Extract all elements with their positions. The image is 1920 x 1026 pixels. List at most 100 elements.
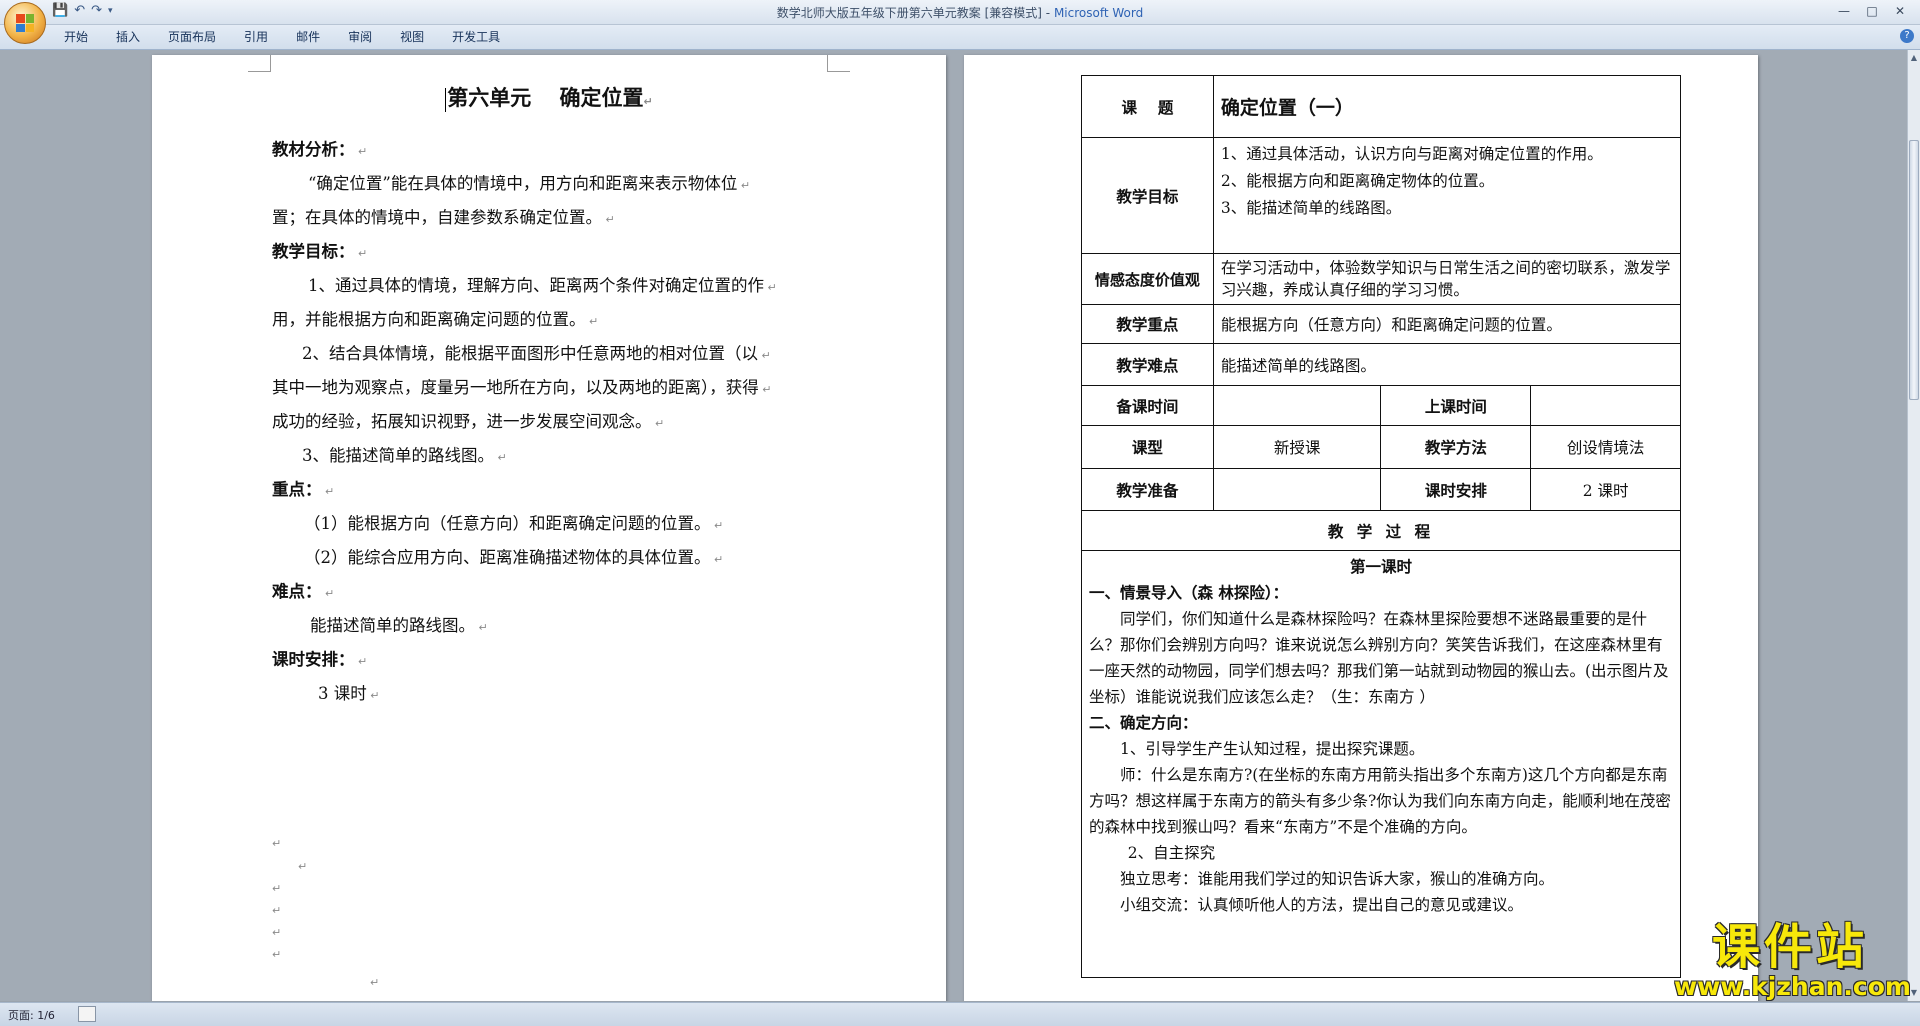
process-text: 二、确定方向：	[1089, 713, 1198, 732]
line-text: 教学目标：	[272, 242, 355, 261]
goal-item: 1、通过具体活动，认识方向与距离对确定位置的作用。	[1220, 145, 1603, 163]
table-row: 第一课时 一、情景导入（森 林探险）： 同学们，你们知道什么是森林探险吗？在森林里…	[1081, 550, 1681, 978]
section-heading: 课时安排： ↵	[272, 643, 832, 679]
line-text: （2）能综合应用方向、距离准确描述物体的具体位置。	[304, 548, 711, 567]
line-text: 置；在具体的情境中，自建参数系确定位置。	[272, 208, 602, 227]
scroll-up-icon[interactable]: ▲	[1909, 52, 1919, 64]
process-text: 小组交流：认真倾听他人的方法，提出自己的意见或建议。	[1120, 896, 1524, 914]
close-icon[interactable]: ✕	[1886, 2, 1914, 20]
line-text: “确定位置”能在具体的情境中，用方向和距离来表示物体位	[308, 174, 738, 193]
crop-mark	[248, 55, 271, 72]
paragraph-line: 3 课时 ↵	[272, 677, 878, 713]
process-paragraph: 独立思考：谁能用我们学过的知识告诉大家，猴山的准确方向。	[1089, 866, 1673, 892]
materials-label: 教学准备	[1081, 468, 1214, 511]
page-title: 第六单元 确定位置↵	[152, 82, 946, 112]
paragraph-line: 2、结合具体情境，能根据平面图形中任意两地的相对位置（以 ↵	[272, 337, 862, 373]
paragraph-mark-icon: ↵	[354, 655, 368, 668]
tab-home[interactable]: 开始	[50, 29, 102, 45]
process-text: 同学们，你们知道什么是森林探险吗？在森林里探险要想不迷路最重要的是什么？那你们会…	[1089, 610, 1669, 706]
line-text: （1）能根据方向（任意方向）和距离确定问题的位置。	[304, 514, 711, 533]
paragraph-line: 3、能描述简单的路线图。 ↵	[272, 439, 862, 475]
document-workspace[interactable]: 第六单元 确定位置↵ 教材分析： ↵ “确定位置”能在具体的情境中，用方向和距离来…	[0, 50, 1908, 1001]
app-name: Microsoft Word	[1053, 6, 1144, 20]
proofing-icon[interactable]	[78, 1006, 96, 1022]
line-text: 用，并能根据方向和距离确定问题的位置。	[272, 310, 586, 329]
line-text: 能描述简单的路线图。	[310, 616, 475, 635]
table-row: 教学准备 课时安排 2 课时	[1081, 468, 1681, 511]
line-text: 教材分析：	[272, 140, 355, 159]
title-separator: -	[1041, 6, 1054, 20]
paragraph-mark-icon: ↵	[758, 383, 772, 396]
tab-developer[interactable]: 开发工具	[438, 29, 514, 45]
line-text: 重点：	[272, 480, 322, 499]
class-time-label: 上课时间	[1380, 385, 1532, 426]
prep-time-value[interactable]	[1212, 385, 1382, 426]
topic-label: 课 题	[1081, 75, 1214, 138]
tab-references[interactable]: 引用	[230, 29, 282, 45]
office-button[interactable]	[4, 2, 46, 44]
scrollbar-thumb[interactable]	[1909, 140, 1919, 400]
page-count[interactable]: 页面: 1/6	[8, 1007, 55, 1023]
process-paragraph: 师：什么是东南方?(在坐标的东南方用箭头指出多个东南方)这几个方向都是东南方吗？…	[1089, 762, 1673, 840]
help-icon[interactable]: ?	[1900, 29, 1914, 43]
process-paragraph: 一、情景导入（森 林探险）：	[1089, 580, 1673, 606]
difficulty-label: 教学难点	[1081, 343, 1214, 386]
line-text: 课时安排：	[272, 650, 355, 669]
paragraph-line: 用，并能根据方向和距离确定问题的位置。 ↵	[272, 303, 832, 339]
vertical-scrollbar[interactable]: ▲ ▼	[1907, 50, 1920, 1001]
tab-page-layout[interactable]: 页面布局	[154, 29, 230, 45]
status-bar: 页面: 1/6	[0, 1002, 1920, 1026]
ribbon-tabs: 开始 插入 页面布局 引用 邮件 审阅 视图 开发工具	[50, 29, 514, 45]
line-text: 难点：	[272, 582, 322, 601]
line-text: 成功的经验，拓展知识视野，进一步发展空间观念。	[272, 412, 652, 431]
paragraph-mark-icon: ↵	[354, 247, 368, 260]
process-paragraph: 2、自主探究	[1089, 840, 1673, 866]
line-text: 3、能描述简单的路线图。	[302, 446, 494, 465]
paragraph-mark-icon: ↵	[321, 485, 335, 498]
watermark-url: www.kjzhan.com	[1674, 972, 1911, 1001]
teaching-method-label: 教学方法	[1380, 425, 1532, 469]
line-text: 2、结合具体情境，能根据平面图形中任意两地的相对位置（以	[302, 344, 758, 363]
left-page[interactable]: 第六单元 确定位置↵ 教材分析： ↵ “确定位置”能在具体的情境中，用方向和距离来…	[152, 55, 946, 1001]
paragraph-mark-icon: ↵	[272, 904, 282, 917]
paragraph-mark-icon: ↵	[272, 926, 282, 939]
minimize-icon[interactable]: —	[1830, 2, 1858, 20]
crop-mark	[827, 55, 850, 72]
site-watermark: 课件站 www.kjzhan.com	[1674, 920, 1911, 1001]
tab-view[interactable]: 视图	[386, 29, 438, 45]
line-text: 其中一地为观察点，度量另一地所在方向，以及两地的距离），获得	[272, 378, 759, 397]
paragraph-line: 置；在具体的情境中，自建参数系确定位置。 ↵	[272, 201, 832, 237]
process-header: 教 学 过 程	[1081, 510, 1681, 551]
key-point-label: 教学重点	[1081, 304, 1214, 344]
table-row: 课型 新授课 教学方法 创设情境法	[1081, 425, 1681, 469]
tab-insert[interactable]: 插入	[102, 29, 154, 45]
paragraph-line: “确定位置”能在具体的情境中，用方向和距离来表示物体位 ↵	[272, 167, 868, 203]
materials-value[interactable]	[1212, 468, 1382, 511]
table-row: 教学目标 1、通过具体活动，认识方向与距离对确定位置的作用。 2、能根据方向和距…	[1081, 137, 1682, 254]
topic-value: 确定位置（一）	[1212, 75, 1682, 138]
tab-mailings[interactable]: 邮件	[282, 29, 334, 45]
process-paragraph: 二、确定方向：	[1089, 710, 1673, 736]
maximize-icon[interactable]: □	[1858, 2, 1886, 20]
attitude-label: 情感态度价值观	[1081, 253, 1214, 305]
right-page[interactable]: 课 题 确定位置（一） 教学目标 1、通过具体活动，认识方向与距离对确定位置的作…	[964, 55, 1758, 1001]
attitude-value: 在学习活动中，体验数学知识与日常生活之间的密切联系，激发学习兴趣，养成认真仔细的…	[1212, 253, 1682, 305]
page-title-text: 第六单元 确定位置	[447, 85, 644, 110]
process-paragraph: 1、引导学生产生认知过程，提出探究课题。	[1089, 736, 1673, 762]
table-row: 备课时间 上课时间	[1081, 385, 1681, 426]
process-text: 一、情景导入（森 林探险）：	[1089, 583, 1289, 602]
paragraph-mark-icon: ↵	[354, 145, 368, 158]
office-logo-icon	[16, 14, 34, 32]
paragraph-line: 其中一地为观察点，度量另一地所在方向，以及两地的距离），获得 ↵	[272, 371, 832, 407]
tab-review[interactable]: 审阅	[334, 29, 386, 45]
window-controls: — □ ✕	[1830, 2, 1914, 20]
process-text: 2、自主探究	[1127, 844, 1216, 862]
paragraph-mark-icon: ↵	[710, 519, 724, 532]
process-text: 1、引导学生产生认知过程，提出探究课题。	[1120, 740, 1425, 758]
class-time-value[interactable]	[1530, 385, 1681, 426]
lesson-title: 第一课时	[1349, 557, 1412, 576]
teaching-method-value: 创设情境法	[1530, 425, 1681, 469]
table-row: 情感态度价值观 在学习活动中，体验数学知识与日常生活之间的密切联系，激发学习兴趣…	[1081, 253, 1682, 305]
table-row: 课 题 确定位置（一）	[1081, 75, 1682, 138]
process-cell: 第一课时 一、情景导入（森 林探险）： 同学们，你们知道什么是森林探险吗？在森林里…	[1081, 550, 1681, 978]
